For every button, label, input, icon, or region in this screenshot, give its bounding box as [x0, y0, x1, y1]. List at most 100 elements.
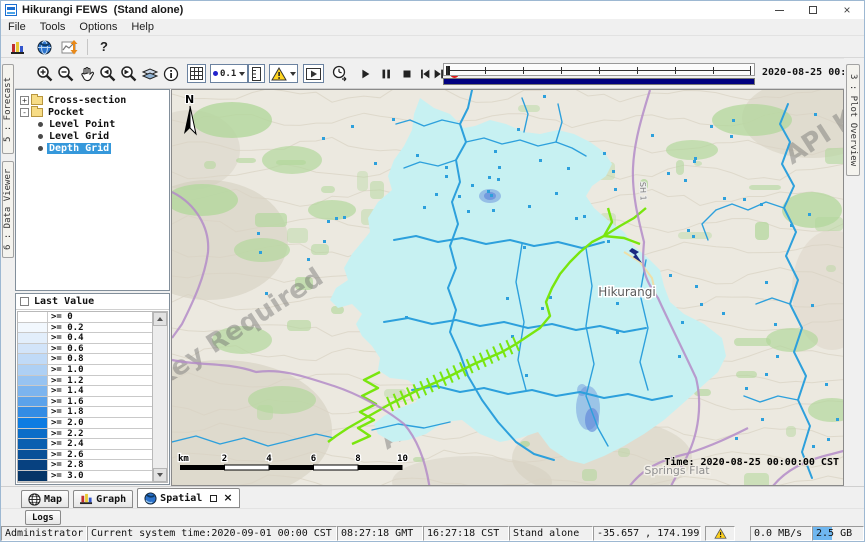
help-button[interactable]: ?: [100, 39, 108, 54]
maximize-tab-icon[interactable]: [210, 495, 217, 502]
legend-row[interactable]: >= 2.8: [18, 460, 152, 471]
legend-row[interactable]: >= 2.6: [18, 450, 152, 461]
pause-button[interactable]: [376, 64, 395, 83]
tree-item-label[interactable]: Cross-section: [46, 95, 128, 106]
tab-spatial[interactable]: Spatial ×: [137, 488, 239, 508]
main-toolbar: ?: [1, 36, 864, 58]
layer-tree: + Cross-section - Pocket Level P: [15, 89, 170, 291]
minimize-button[interactable]: [762, 1, 796, 19]
tree-item-depth-grid[interactable]: Depth Grid: [20, 142, 167, 154]
svg-text:4: 4: [266, 454, 272, 464]
tree-item-label-selected[interactable]: Depth Grid: [47, 143, 111, 154]
legend-color-swatch: [18, 376, 48, 386]
status-warning-icon[interactable]: [705, 526, 735, 541]
legend-row[interactable]: >= 0.4: [18, 333, 152, 344]
layers-button[interactable]: [140, 64, 159, 83]
logs-button[interactable]: Logs: [25, 510, 61, 525]
tree-item-label[interactable]: Level Grid: [47, 131, 111, 142]
legend-row[interactable]: >= 1.4: [18, 386, 152, 397]
legend-color-swatch: [18, 365, 48, 375]
bullet-icon: [38, 146, 43, 151]
animation-button[interactable]: [303, 64, 324, 83]
close-tab-icon[interactable]: ×: [223, 493, 232, 503]
legend-row[interactable]: >= 0.2: [18, 323, 152, 334]
maximize-button[interactable]: [796, 1, 830, 19]
info-button[interactable]: [161, 64, 180, 83]
classification-scale-dropdown[interactable]: 0.1: [210, 64, 248, 83]
legend-color-swatch: [18, 429, 48, 439]
last-value-checkbox[interactable]: [20, 297, 29, 306]
menu-item[interactable]: Tools: [33, 20, 73, 34]
legend-row[interactable]: >= 1.0: [18, 365, 152, 376]
legend-row[interactable]: >= 1.8: [18, 407, 152, 418]
time-step-button[interactable]: [330, 64, 349, 83]
globe-explorer-button[interactable]: [35, 39, 53, 55]
scroll-up-icon[interactable]: [153, 312, 167, 326]
tree-item-pocket[interactable]: - Pocket: [20, 106, 167, 118]
app-window: Hikurangi FEWS (Stand alone) × FileTools…: [0, 0, 865, 542]
expand-icon[interactable]: +: [20, 96, 29, 105]
tab-graph-label: Graph: [96, 494, 126, 505]
legend-row[interactable]: >= 0.8: [18, 354, 152, 365]
tree-item-level-point[interactable]: Level Point: [20, 118, 167, 130]
status-bar: Administrator Current system time:2020-0…: [1, 526, 864, 541]
folder-icon: [31, 108, 43, 117]
menu-item[interactable]: File: [1, 20, 33, 34]
legend-color-swatch: [18, 312, 48, 322]
zoom-next-button[interactable]: [119, 64, 138, 83]
legend-row[interactable]: >= 1.6: [18, 397, 152, 408]
profile-ruler-button[interactable]: [248, 64, 265, 83]
zoom-in-button[interactable]: [35, 64, 54, 83]
timeline-span-bar: [443, 78, 755, 85]
spatial-display-button[interactable]: [61, 39, 79, 55]
collapse-icon[interactable]: -: [20, 108, 29, 117]
database-display-button[interactable]: [9, 39, 27, 55]
globe-wire-icon: [28, 493, 41, 506]
status-memory: 2.5 GB: [812, 526, 864, 541]
legend-row[interactable]: >= 3.0: [18, 471, 152, 482]
folder-icon: [31, 96, 43, 105]
status-local-time: 16:27:18 CST: [423, 526, 509, 541]
tab-data-viewer[interactable]: 6 : Data Viewer: [2, 161, 14, 258]
legend-color-swatch: [18, 460, 48, 470]
time-slider[interactable]: [443, 63, 755, 76]
legend-color-swatch: [18, 333, 48, 343]
menu-item[interactable]: Options: [72, 20, 124, 34]
tree-item-level-grid[interactable]: Level Grid: [20, 130, 167, 142]
pan-hand-button[interactable]: [77, 64, 96, 83]
tree-item-cross-section[interactable]: + Cross-section: [20, 94, 167, 106]
status-network-rate: 0.0 MB/s: [750, 526, 812, 541]
zoom-out-button[interactable]: [56, 64, 75, 83]
tab-map[interactable]: Map: [21, 490, 69, 508]
tree-item-label[interactable]: Level Point: [47, 119, 117, 130]
legend-color-swatch: [18, 471, 48, 481]
tab-forecast[interactable]: 5 : Forecast: [2, 64, 14, 154]
blue-globe-icon: [144, 492, 157, 505]
legend-row-label: >= 1.6: [48, 397, 152, 407]
map-svg[interactable]: API Key Required API Key Required API Ke…: [172, 90, 844, 486]
legend-row[interactable]: >= 0.6: [18, 344, 152, 355]
legend-row[interactable]: >= 2.0: [18, 418, 152, 429]
status-mode: Stand alone: [509, 526, 593, 541]
thresholds-dropdown[interactable]: [269, 64, 298, 83]
legend-row[interactable]: >= 0: [18, 312, 152, 323]
legend-row-label: >= 2.4: [48, 439, 152, 449]
legend-scrollbar[interactable]: [152, 312, 167, 482]
zoom-previous-button[interactable]: [98, 64, 117, 83]
legend-row[interactable]: >= 2.4: [18, 439, 152, 450]
legend-row[interactable]: >= 1.2: [18, 376, 152, 387]
map-canvas[interactable]: API Key Required API Key Required API Ke…: [171, 89, 844, 486]
legend-row[interactable]: >= 3.2: [18, 482, 152, 483]
legend-color-swatch: [18, 439, 48, 449]
tab-graph[interactable]: Graph: [73, 490, 133, 508]
legend-row[interactable]: >= 2.2: [18, 429, 152, 440]
grid-display-button[interactable]: [187, 64, 206, 83]
logs-panel-bar: Logs: [1, 508, 864, 526]
scroll-down-icon[interactable]: [153, 468, 167, 482]
tab-plot-overview[interactable]: 3 : Plot Overview: [846, 64, 860, 176]
tree-item-label[interactable]: Pocket: [46, 107, 86, 118]
stop-button[interactable]: [397, 64, 416, 83]
close-button[interactable]: ×: [830, 1, 864, 19]
menu-item[interactable]: Help: [124, 20, 161, 34]
play-button[interactable]: [355, 64, 374, 83]
